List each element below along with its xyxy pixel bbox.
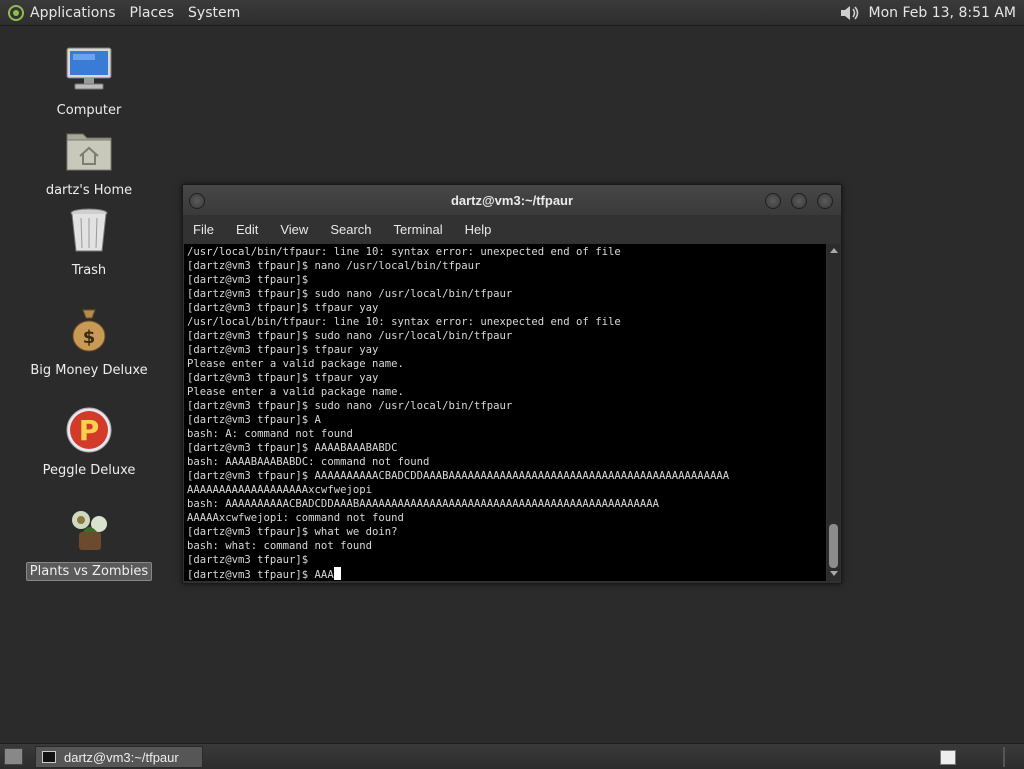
terminal-line: /usr/local/bin/tfpaur: line 10: syntax e… xyxy=(187,246,621,258)
terminal-line: [dartz@vm3 tfpaur]$ sudo nano /usr/local… xyxy=(187,330,513,342)
plants-vs-zombies-icon xyxy=(72,511,107,550)
terminal-line: [dartz@vm3 tfpaur]$ what we doin? xyxy=(187,526,398,538)
home-folder-icon xyxy=(66,133,112,171)
top-panel: Applications Places System Mon Feb 13, 8… xyxy=(0,0,1024,26)
panel-handle xyxy=(1003,747,1005,767)
trash-icon xyxy=(70,208,108,252)
terminal-line: /usr/local/bin/tfpaur: line 10: syntax e… xyxy=(187,316,621,328)
terminal-line: [dartz@vm3 tfpaur]$ AAAABAAABABDC xyxy=(187,442,398,454)
terminal-line: bash: what: command not found xyxy=(187,540,372,552)
taskbar-item-label: dartz@vm3:~/tfpaur xyxy=(64,749,179,765)
money-bag-icon: $ xyxy=(72,309,106,352)
terminal-scrollbar[interactable] xyxy=(827,244,840,581)
workspace-switcher[interactable] xyxy=(940,750,956,765)
terminal-line: [dartz@vm3 tfpaur]$ AAAAAAAAAACBADCDDAAA… xyxy=(187,470,730,482)
desktop-icon-label: Trash xyxy=(71,263,107,278)
desktop-icon-label: Plants vs Zombies xyxy=(25,562,153,581)
terminal-line: [dartz@vm3 tfpaur]$ tfpaur yay xyxy=(187,372,379,384)
desktop-icon-home[interactable]: dartz's Home xyxy=(24,126,154,199)
terminal-line: [dartz@vm3 tfpaur]$ xyxy=(187,554,309,566)
menu-file[interactable]: File xyxy=(193,222,214,237)
window-menu-icon[interactable] xyxy=(189,193,205,209)
computer-icon xyxy=(66,47,112,90)
terminal-line: bash: AAAABAAABABDC: command not found xyxy=(187,456,430,468)
clock[interactable]: Mon Feb 13, 8:51 AM xyxy=(869,5,1016,21)
distro-logo-icon[interactable] xyxy=(8,4,24,21)
scrollbar-thumb[interactable] xyxy=(829,524,838,568)
terminal-line: Please enter a valid package name. xyxy=(187,386,404,398)
desktop-icon-big-money[interactable]: $ Big Money Deluxe xyxy=(24,306,154,379)
terminal-line: AAAAAAAAAAAAAAAAAAAxcwfwejopi xyxy=(187,484,372,496)
peggle-icon: P xyxy=(66,407,112,453)
applications-menu[interactable]: Applications xyxy=(30,5,116,21)
terminal-text: /usr/local/bin/tfpaur: line 10: syntax e… xyxy=(184,244,826,581)
terminal-line: [dartz@vm3 tfpaur]$ tfpaur yay xyxy=(187,344,379,356)
desktop-icon-computer[interactable]: Computer xyxy=(24,46,154,119)
terminal-line: bash: A: command not found xyxy=(187,428,353,440)
volume-icon[interactable] xyxy=(839,4,861,22)
desktop-icon-peggle[interactable]: P Peggle Deluxe xyxy=(24,406,154,479)
maximize-button[interactable] xyxy=(791,193,807,209)
scroll-up-icon[interactable] xyxy=(830,248,838,253)
scroll-down-icon[interactable] xyxy=(830,571,838,576)
terminal-menubar: File Edit View Search Terminal Help xyxy=(183,215,841,243)
desktop-icon-plants-vs-zombies[interactable]: Plants vs Zombies xyxy=(24,506,154,581)
menu-search[interactable]: Search xyxy=(330,222,371,237)
svg-text:$: $ xyxy=(83,327,96,348)
taskbar-item-terminal[interactable]: dartz@vm3:~/tfpaur xyxy=(35,746,203,768)
close-button[interactable] xyxy=(817,193,833,209)
desktop-icon-label: Computer xyxy=(56,103,122,118)
show-desktop-icon[interactable] xyxy=(4,748,23,765)
terminal-line: bash: AAAAAAAAAACBADCDDAAABAAAAAAAAAAAAA… xyxy=(187,498,659,510)
svg-text:P: P xyxy=(79,414,100,447)
desktop-icon-trash[interactable]: Trash xyxy=(24,206,154,279)
terminal-line: [dartz@vm3 tfpaur]$ sudo nano /usr/local… xyxy=(187,400,513,412)
bottom-panel: dartz@vm3:~/tfpaur xyxy=(0,743,1024,769)
desktop-icon-label: dartz's Home xyxy=(45,183,133,198)
terminal-window[interactable]: dartz@vm3:~/tfpaur File Edit View Search… xyxy=(182,184,842,584)
terminal-icon xyxy=(42,751,56,763)
terminal-line: [dartz@vm3 tfpaur]$ A xyxy=(187,414,321,426)
minimize-button[interactable] xyxy=(765,193,781,209)
terminal-line: [dartz@vm3 tfpaur]$ xyxy=(187,274,309,286)
terminal-line: [dartz@vm3 tfpaur]$ nano /usr/local/bin/… xyxy=(187,260,481,272)
system-menu[interactable]: System xyxy=(188,5,240,21)
menu-terminal[interactable]: Terminal xyxy=(394,222,443,237)
terminal-output[interactable]: /usr/local/bin/tfpaur: line 10: syntax e… xyxy=(184,244,826,581)
window-title: dartz@vm3:~/tfpaur xyxy=(450,192,574,208)
menu-help[interactable]: Help xyxy=(465,222,492,237)
desktop-icon-label: Peggle Deluxe xyxy=(42,463,136,478)
terminal-cursor xyxy=(333,567,341,580)
places-menu[interactable]: Places xyxy=(130,5,175,21)
menu-view[interactable]: View xyxy=(280,222,308,237)
terminal-line: AAAAAxcwfwejopi: command not found xyxy=(187,512,404,524)
terminal-line: [dartz@vm3 tfpaur]$ sudo nano /usr/local… xyxy=(187,288,513,300)
menu-edit[interactable]: Edit xyxy=(236,222,258,237)
terminal-line: Please enter a valid package name. xyxy=(187,358,404,370)
window-titlebar[interactable]: dartz@vm3:~/tfpaur xyxy=(183,185,841,215)
terminal-line: [dartz@vm3 tfpaur]$ tfpaur yay xyxy=(187,302,379,314)
panel-tray: Mon Feb 13, 8:51 AM xyxy=(839,4,1016,22)
desktop-icon-label: Big Money Deluxe xyxy=(30,363,148,378)
terminal-line: [dartz@vm3 tfpaur]$ AAA xyxy=(187,569,334,581)
